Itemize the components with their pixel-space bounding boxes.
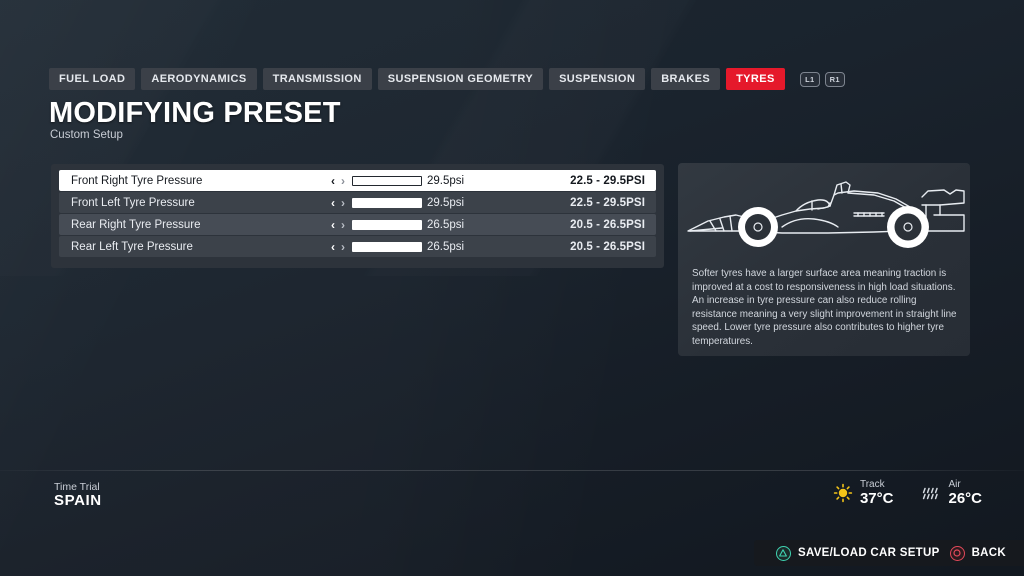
tab-suspension[interactable]: SUSPENSION	[549, 68, 646, 90]
settings-list: Front Right Tyre Pressure ‹ › 29.5psi 22…	[51, 164, 664, 268]
footer-divider	[0, 470, 1024, 471]
tab-suspension-geometry[interactable]: SUSPENSION GEOMETRY	[377, 68, 544, 90]
r1-bumper-icon[interactable]: R1	[824, 71, 845, 87]
setting-slider-bar[interactable]	[352, 219, 422, 230]
chevron-left-icon[interactable]: ‹	[328, 175, 338, 187]
triangle-button-icon	[775, 545, 791, 561]
setting-value: 29.5psi	[427, 196, 465, 209]
setting-description: Softer tyres have a larger surface area …	[692, 268, 957, 347]
setting-label: Front Right Tyre Pressure	[71, 174, 203, 187]
game-setup-screen: FUEL LOAD AERODYNAMICS TRANSMISSION SUSP…	[0, 0, 1024, 576]
air-temp-label: Air	[948, 479, 961, 490]
setting-value: 26.5psi	[427, 240, 465, 253]
setting-stepper[interactable]: ‹ › 29.5psi	[328, 175, 464, 187]
page-title: MODIFYING PRESET	[49, 97, 341, 129]
chevron-right-icon[interactable]: ›	[338, 219, 348, 231]
track-temperature: Track 37°C	[833, 479, 894, 508]
table-row[interactable]: Rear Left Tyre Pressure ‹ › 26.5psi 20.5…	[59, 236, 656, 257]
page-subtitle: Custom Setup	[50, 129, 123, 141]
circle-button-icon	[949, 545, 965, 561]
setup-category-tabs: FUEL LOAD AERODYNAMICS TRANSMISSION SUSP…	[49, 68, 845, 90]
sun-icon	[833, 484, 853, 503]
setting-range: 20.5 - 26.5PSI	[570, 218, 645, 231]
save-load-car-setup-label: SAVE/LOAD CAR SETUP	[797, 547, 940, 559]
air-temperature: Air 26°C	[921, 479, 982, 508]
setting-slider-bar[interactable]	[352, 175, 422, 186]
f1-car-illustration-icon	[687, 181, 965, 248]
chevron-left-icon[interactable]: ‹	[328, 219, 338, 231]
bumper-hints: L1 R1	[799, 71, 845, 87]
setting-slider-bar[interactable]	[352, 241, 422, 252]
air-temp-value: 26°C	[948, 490, 982, 507]
setting-label: Rear Right Tyre Pressure	[71, 218, 201, 231]
table-row[interactable]: Rear Right Tyre Pressure ‹ › 26.5psi 20.…	[59, 214, 656, 235]
setting-stepper[interactable]: ‹ › 26.5psi	[328, 241, 464, 253]
track-temp-label: Track	[859, 479, 885, 490]
setting-range: 20.5 - 26.5PSI	[570, 240, 645, 253]
save-load-car-setup-button[interactable]: SAVE/LOAD CAR SETUP	[775, 545, 940, 561]
back-button[interactable]: BACK	[949, 545, 1006, 561]
setting-value: 26.5psi	[427, 218, 465, 231]
setting-label: Front Left Tyre Pressure	[71, 196, 195, 209]
chevron-right-icon[interactable]: ›	[338, 197, 348, 209]
back-label: BACK	[971, 547, 1006, 559]
session-track-name: SPAIN	[54, 492, 102, 509]
tab-brakes[interactable]: BRAKES	[651, 68, 721, 90]
tab-aerodynamics[interactable]: AERODYNAMICS	[141, 68, 257, 90]
l1-bumper-icon[interactable]: L1	[799, 71, 820, 87]
setting-range: 22.5 - 29.5PSI	[570, 196, 645, 209]
table-row[interactable]: Front Right Tyre Pressure ‹ › 29.5psi 22…	[59, 170, 656, 191]
tab-transmission[interactable]: TRANSMISSION	[262, 68, 372, 90]
chevron-right-icon[interactable]: ›	[338, 241, 348, 253]
chevron-left-icon[interactable]: ‹	[328, 241, 338, 253]
setting-range: 22.5 - 29.5PSI	[570, 174, 645, 187]
table-row[interactable]: Front Left Tyre Pressure ‹ › 29.5psi 22.…	[59, 192, 656, 213]
setting-stepper[interactable]: ‹ › 26.5psi	[328, 219, 464, 231]
chevron-right-icon[interactable]: ›	[338, 175, 348, 187]
chevron-left-icon[interactable]: ‹	[328, 197, 338, 209]
drizzle-icon	[923, 488, 939, 500]
tab-tyres[interactable]: TYRES	[726, 68, 785, 90]
setting-value: 29.5psi	[427, 174, 465, 187]
setting-label: Rear Left Tyre Pressure	[71, 240, 193, 253]
track-temp-value: 37°C	[859, 490, 894, 507]
tab-fuel-load[interactable]: FUEL LOAD	[49, 68, 136, 90]
action-button-bar: SAVE/LOAD CAR SETUP BACK	[753, 540, 1024, 566]
setting-stepper[interactable]: ‹ › 29.5psi	[328, 197, 464, 209]
weather-indicators: Track 37°C Air 26°C	[833, 479, 982, 508]
info-panel: Softer tyres have a larger surface area …	[678, 163, 970, 356]
setting-slider-bar[interactable]	[352, 197, 422, 208]
